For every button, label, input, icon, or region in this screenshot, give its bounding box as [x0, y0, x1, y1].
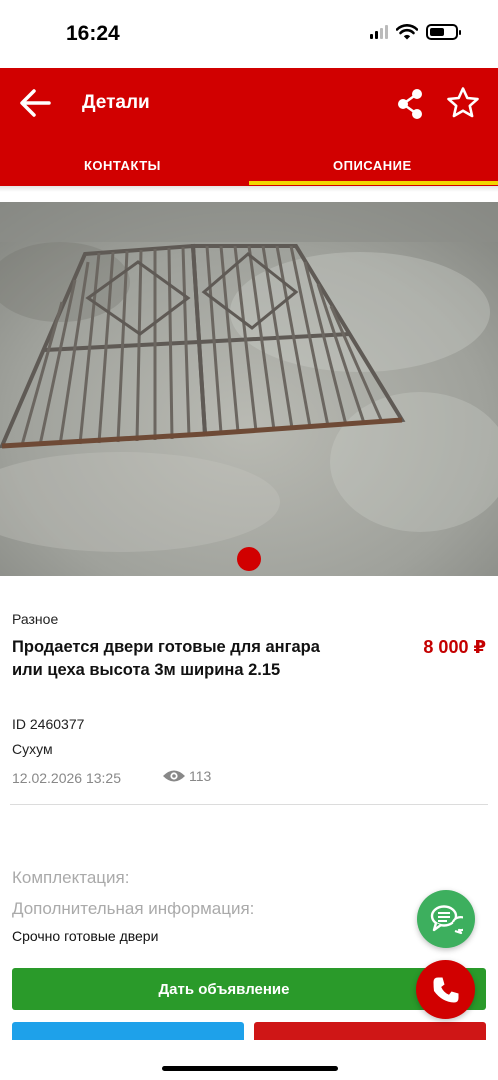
bottom-safe-area	[0, 1040, 498, 1080]
page-title: Детали	[82, 92, 150, 113]
arrow-left-icon	[20, 89, 51, 117]
home-indicator[interactable]	[162, 1066, 338, 1071]
tab-description[interactable]: ОПИСАНИЕ	[333, 158, 412, 173]
gallery-page-indicator[interactable]	[237, 547, 261, 571]
complectation-label: Комплектация:	[12, 868, 130, 887]
share-icon	[398, 89, 422, 119]
star-outline-icon	[447, 87, 479, 118]
extra-info-text: Срочно готовые двери	[12, 928, 159, 944]
app-header	[0, 68, 498, 186]
share-button[interactable]	[396, 88, 424, 120]
eye-icon	[163, 770, 185, 782]
listing-id: ID 2460377	[12, 716, 85, 732]
listing-date: 12.02.2026 13:25	[12, 770, 121, 786]
status-time: 16:24	[66, 22, 120, 45]
back-button[interactable]	[18, 88, 52, 118]
listing-title: Продается двери готовые для ангара или ц…	[12, 638, 320, 679]
status-icons	[370, 24, 461, 40]
wifi-icon	[396, 24, 418, 40]
chat-button[interactable]	[417, 890, 475, 948]
extra-info-label: Дополнительная информация:	[12, 899, 255, 918]
listing-price: 8 000 ₽	[423, 637, 486, 657]
battery-icon	[426, 24, 461, 40]
chat-bubbles-icon	[430, 905, 463, 935]
view-count-value: 113	[189, 768, 212, 784]
listing-category: Разное	[12, 611, 59, 627]
active-tab-indicator	[249, 181, 498, 185]
header-shadow	[0, 186, 498, 192]
section-divider	[10, 804, 488, 805]
phone-icon	[433, 977, 458, 1002]
post-ad-button[interactable]: Дать объявление	[12, 968, 486, 1010]
tab-contacts[interactable]: КОНТАКТЫ	[84, 158, 161, 173]
listing-photo[interactable]	[0, 202, 498, 576]
favorite-button[interactable]	[446, 86, 480, 120]
call-button[interactable]	[416, 960, 475, 1019]
cellular-signal-icon	[370, 25, 388, 39]
status-bar: 16:24	[0, 0, 498, 68]
listing-city: Сухум	[12, 741, 53, 757]
post-ad-label: Дать объявление	[158, 980, 290, 998]
view-count: 113	[162, 768, 211, 784]
